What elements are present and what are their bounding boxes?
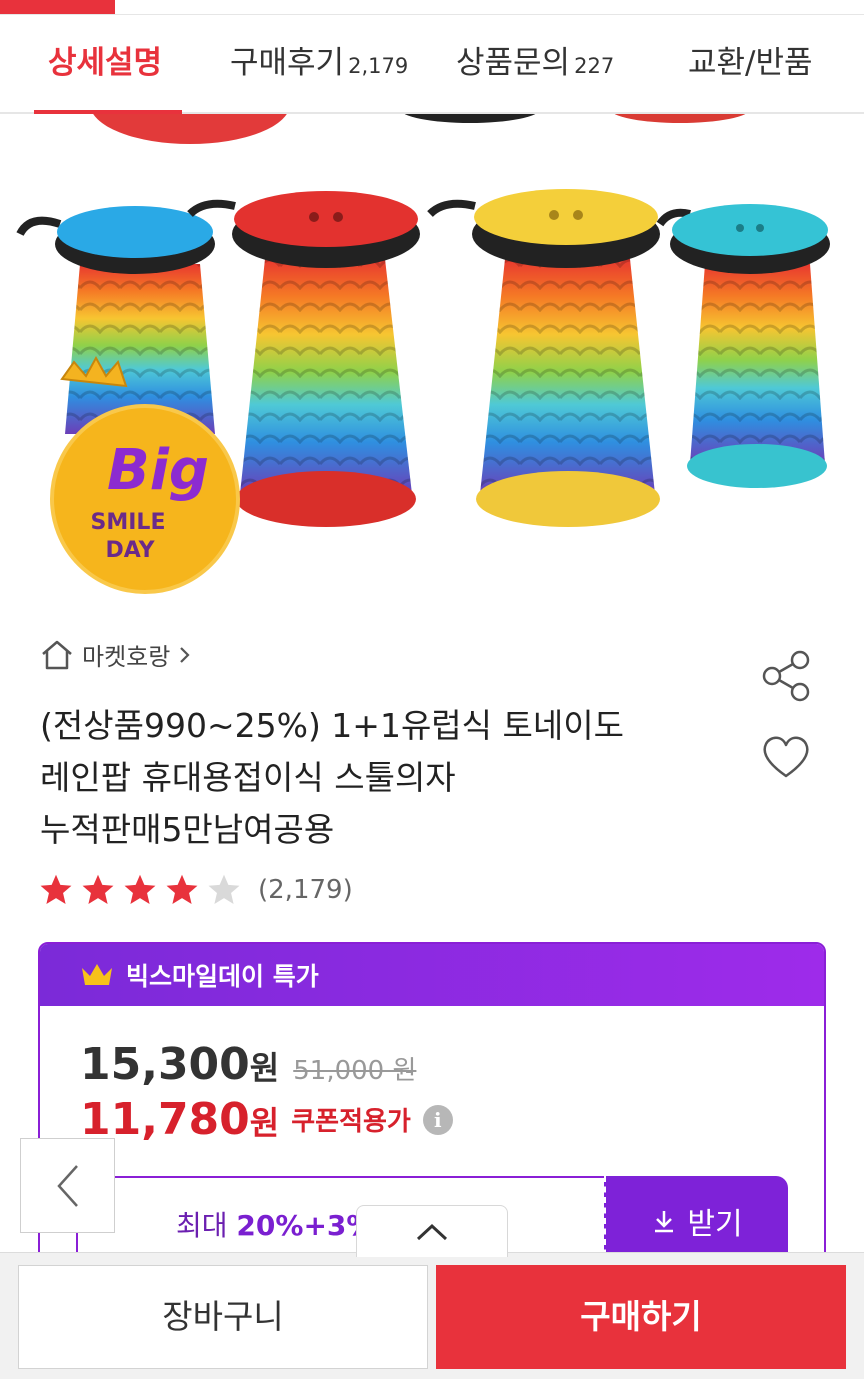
top-progress-bar	[0, 0, 115, 14]
sale-price-unit: 원	[249, 1049, 280, 1087]
coupon-prefix: 최대	[176, 1209, 237, 1242]
product-title-line: (전상품990~25%) 1+1유럽식 토네이도	[40, 706, 624, 745]
tab-inquiries-label: 상품문의	[456, 45, 571, 81]
chevron-left-icon	[56, 1164, 78, 1207]
product-image[interactable]: Big SMILE DAY	[0, 114, 864, 600]
coupon-price-unit: 원	[249, 1104, 280, 1142]
tab-reviews[interactable]: 구매후기 2,179	[230, 15, 408, 115]
coupon-download-label: 받기	[687, 1207, 743, 1242]
stools-illustration: Big SMILE DAY	[16, 114, 830, 594]
seller-name: 마켓호랑	[82, 643, 171, 671]
expand-panel-button[interactable]	[356, 1205, 508, 1257]
price-row: 15,300원 51,000 원	[80, 1039, 416, 1090]
product-title-line: 누적판매5만남여공용	[40, 810, 335, 849]
promo-header: 빅스마일데이 특가	[40, 944, 824, 1006]
star-filled-icon	[124, 874, 156, 904]
tab-inquiries[interactable]: 상품문의 227	[456, 15, 614, 115]
coupon-banner-text: 최대 20%+3%	[176, 1204, 374, 1244]
star-filled-icon	[166, 874, 198, 904]
product-title: (전상품990~25%) 1+1유럽식 토네이도 레인팝 휴대용접이식 스툴의자…	[40, 700, 730, 856]
tab-reviews-label: 구매후기	[230, 45, 345, 81]
home-icon	[42, 640, 72, 669]
info-icon[interactable]: i	[422, 1104, 453, 1135]
sale-price-value: 15,300	[80, 1039, 250, 1090]
promo-header-label: 빅스마일데이 특가	[126, 962, 319, 991]
crown-icon	[82, 964, 112, 985]
sale-price: 15,300원	[80, 1039, 279, 1090]
badge-smile-text: SMILE	[91, 510, 166, 535]
star-filled-icon	[40, 874, 72, 904]
add-to-cart-button[interactable]: 장바구니	[18, 1265, 428, 1369]
coupon-rate: 20%+3%	[236, 1209, 375, 1242]
seller-link[interactable]: 마켓호랑	[40, 637, 192, 672]
coupon-price-row: 11,780원 쿠폰적용가 i	[80, 1094, 453, 1145]
tab-detail-label: 상세설명	[48, 45, 163, 81]
bottom-action-bar: 장바구니 구매하기	[0, 1252, 864, 1379]
tab-reviews-count: 2,179	[348, 54, 409, 78]
star-empty-icon	[208, 874, 240, 904]
tab-inquiries-count: 227	[574, 54, 615, 78]
badge-big-text: Big	[107, 438, 209, 503]
rating-row[interactable]: (2,179)	[38, 872, 353, 908]
download-icon	[655, 1211, 674, 1233]
product-title-line: 레인팝 휴대용접이식 스툴의자	[40, 758, 456, 797]
tab-detail[interactable]: 상세설명	[48, 15, 162, 115]
badge-day-text: DAY	[105, 538, 155, 563]
original-price: 51,000 원	[293, 1056, 417, 1086]
buy-now-button[interactable]: 구매하기	[436, 1265, 846, 1369]
tab-exchange-return-label: 교환/반품	[688, 45, 813, 81]
review-count: (2,179)	[258, 875, 353, 905]
product-tab-bar: 상세설명 구매후기 2,179 상품문의 227 교환/반품	[0, 14, 864, 115]
heart-icon	[763, 736, 809, 778]
chevron-right-icon	[180, 646, 190, 663]
back-button[interactable]	[20, 1138, 115, 1233]
coupon-price-label: 쿠폰적용가	[291, 1107, 411, 1137]
star-filled-icon	[82, 874, 114, 904]
chevron-up-icon	[416, 1223, 448, 1240]
tab-exchange-return[interactable]: 교환/반품	[688, 15, 813, 115]
wishlist-button[interactable]	[758, 730, 814, 782]
share-button[interactable]	[758, 650, 814, 702]
share-icon	[762, 650, 810, 702]
